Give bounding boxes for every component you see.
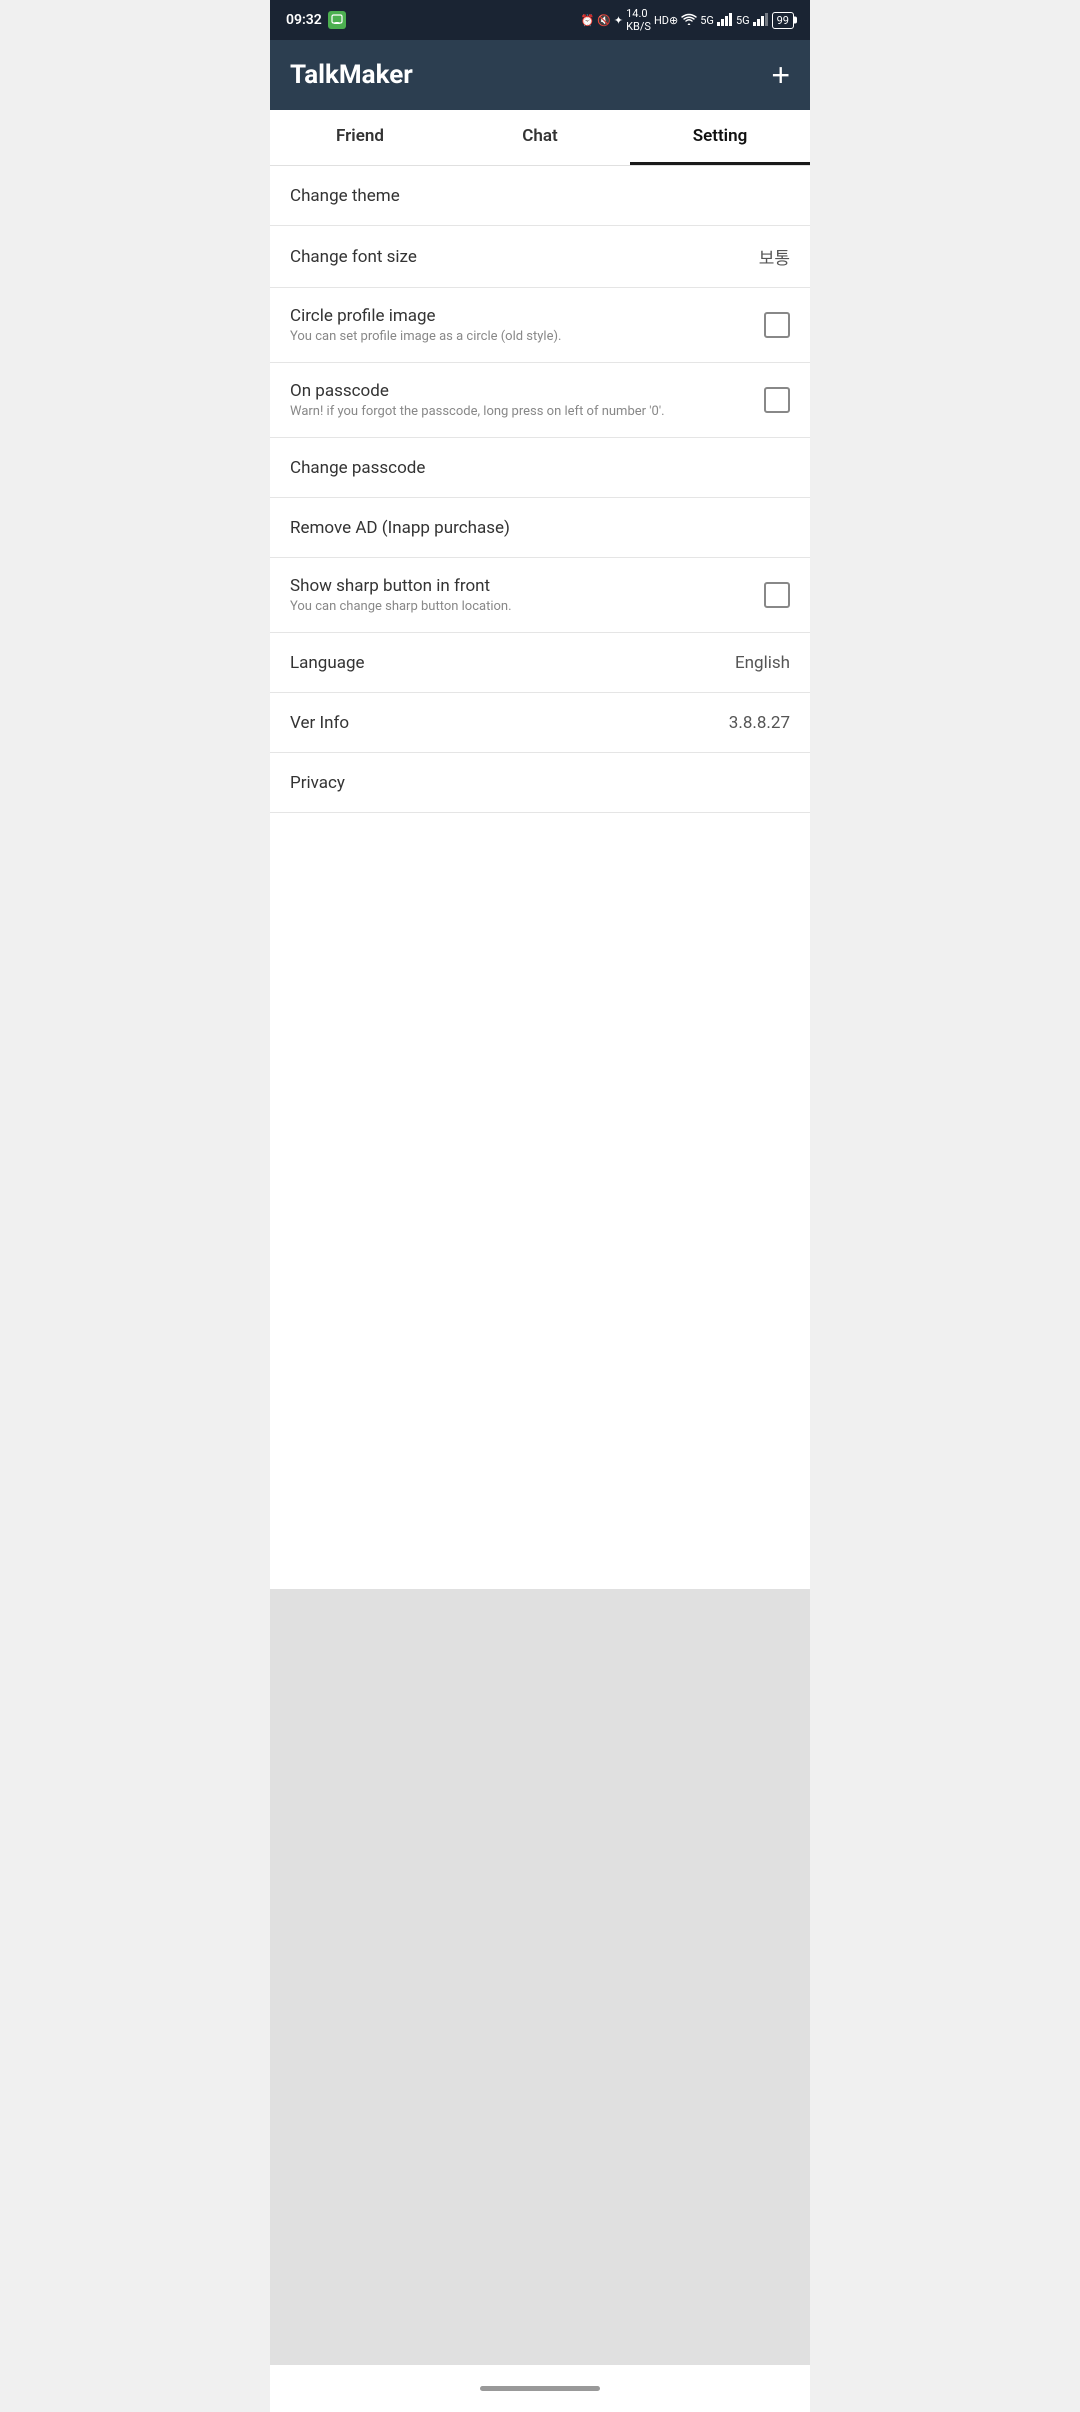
- signal-bars-2: [753, 12, 769, 29]
- settings-title-ver-info: Ver Info: [290, 713, 717, 733]
- settings-item-change-font-size[interactable]: Change font size 보통: [270, 226, 810, 288]
- nav-handle: [480, 2386, 600, 2391]
- settings-value-language: English: [735, 653, 790, 673]
- settings-item-left-language: Language: [290, 653, 723, 673]
- settings-value-ver-info: 3.8.8.27: [729, 713, 790, 733]
- tab-setting[interactable]: Setting: [630, 110, 810, 165]
- status-bar: 09:32 ⏰ 🔇 ✦ 14.0KB/S HD⊕ 5G: [270, 0, 810, 40]
- settings-item-left-circle-profile-image: Circle profile image You can set profile …: [290, 306, 764, 344]
- alarm-icon: ⏰: [581, 14, 595, 27]
- settings-subtitle-circle-profile-image: You can set profile image as a circle (o…: [290, 329, 764, 344]
- signal-5g-2: 5G: [736, 14, 750, 27]
- settings-title-show-sharp-button: Show sharp button in front: [290, 576, 764, 596]
- settings-item-left-privacy: Privacy: [290, 773, 790, 793]
- settings-title-language: Language: [290, 653, 723, 673]
- mute-icon: 🔇: [597, 14, 611, 27]
- checkbox-circle-profile-image[interactable]: [764, 312, 790, 338]
- bluetooth-icon: ✦: [614, 14, 623, 27]
- settings-subtitle-show-sharp-button: You can change sharp button location.: [290, 599, 764, 614]
- settings-item-on-passcode[interactable]: On passcode Warn! if you forgot the passc…: [270, 363, 810, 438]
- settings-item-left-ver-info: Ver Info: [290, 713, 717, 733]
- settings-title-on-passcode: On passcode: [290, 381, 764, 401]
- status-time: 09:32: [286, 12, 322, 28]
- settings-title-remove-ad: Remove AD (Inapp purchase): [290, 518, 790, 538]
- settings-title-privacy: Privacy: [290, 773, 790, 793]
- settings-item-show-sharp-button[interactable]: Show sharp button in front You can change…: [270, 558, 810, 633]
- nav-bar: [270, 2364, 810, 2412]
- settings-item-language[interactable]: Language English: [270, 633, 810, 693]
- chat-notification-icon: [328, 11, 346, 29]
- bottom-area: [270, 1589, 810, 2365]
- signal-5g-1: 5G: [700, 14, 714, 27]
- tab-chat[interactable]: Chat: [450, 110, 630, 165]
- settings-item-circle-profile-image[interactable]: Circle profile image You can set profile …: [270, 288, 810, 363]
- settings-item-left-show-sharp-button: Show sharp button in front You can change…: [290, 576, 764, 614]
- settings-subtitle-on-passcode: Warn! if you forgot the passcode, long p…: [290, 404, 764, 419]
- settings-item-left-change-passcode: Change passcode: [290, 458, 790, 478]
- wifi-icon: [681, 12, 697, 29]
- battery-icon: 99: [772, 12, 794, 29]
- status-icons: ⏰ 🔇 ✦ 14.0KB/S HD⊕ 5G 5G: [581, 7, 795, 33]
- settings-title-circle-profile-image: Circle profile image: [290, 306, 764, 326]
- checkbox-on-passcode[interactable]: [764, 387, 790, 413]
- settings-title-change-font-size: Change font size: [290, 247, 747, 267]
- hd-icon: HD⊕: [654, 14, 678, 27]
- settings-item-left-on-passcode: On passcode Warn! if you forgot the passc…: [290, 381, 764, 419]
- settings-title-change-theme: Change theme: [290, 186, 790, 206]
- settings-item-ver-info[interactable]: Ver Info 3.8.8.27: [270, 693, 810, 753]
- settings-value-change-font-size: 보통: [759, 244, 790, 269]
- settings-item-privacy[interactable]: Privacy: [270, 753, 810, 813]
- settings-item-change-theme[interactable]: Change theme: [270, 166, 810, 226]
- tab-bar: Friend Chat Setting: [270, 110, 810, 166]
- settings-item-remove-ad[interactable]: Remove AD (Inapp purchase): [270, 498, 810, 558]
- settings-item-left-remove-ad: Remove AD (Inapp purchase): [290, 518, 790, 538]
- settings-item-left-change-theme: Change theme: [290, 186, 790, 206]
- network-speed: 14.0KB/S: [626, 7, 651, 33]
- checkbox-show-sharp-button[interactable]: [764, 582, 790, 608]
- signal-bars: [717, 12, 733, 29]
- settings-list: Change theme Change font size 보통 Circle pro…: [270, 166, 810, 1589]
- add-button[interactable]: +: [771, 59, 790, 91]
- tab-friend[interactable]: Friend: [270, 110, 450, 165]
- settings-title-change-passcode: Change passcode: [290, 458, 790, 478]
- settings-item-left-change-font-size: Change font size: [290, 247, 747, 267]
- app-title: TalkMaker: [290, 60, 413, 90]
- settings-item-change-passcode[interactable]: Change passcode: [270, 438, 810, 498]
- status-left: 09:32: [286, 11, 346, 29]
- app-header: TalkMaker +: [270, 40, 810, 110]
